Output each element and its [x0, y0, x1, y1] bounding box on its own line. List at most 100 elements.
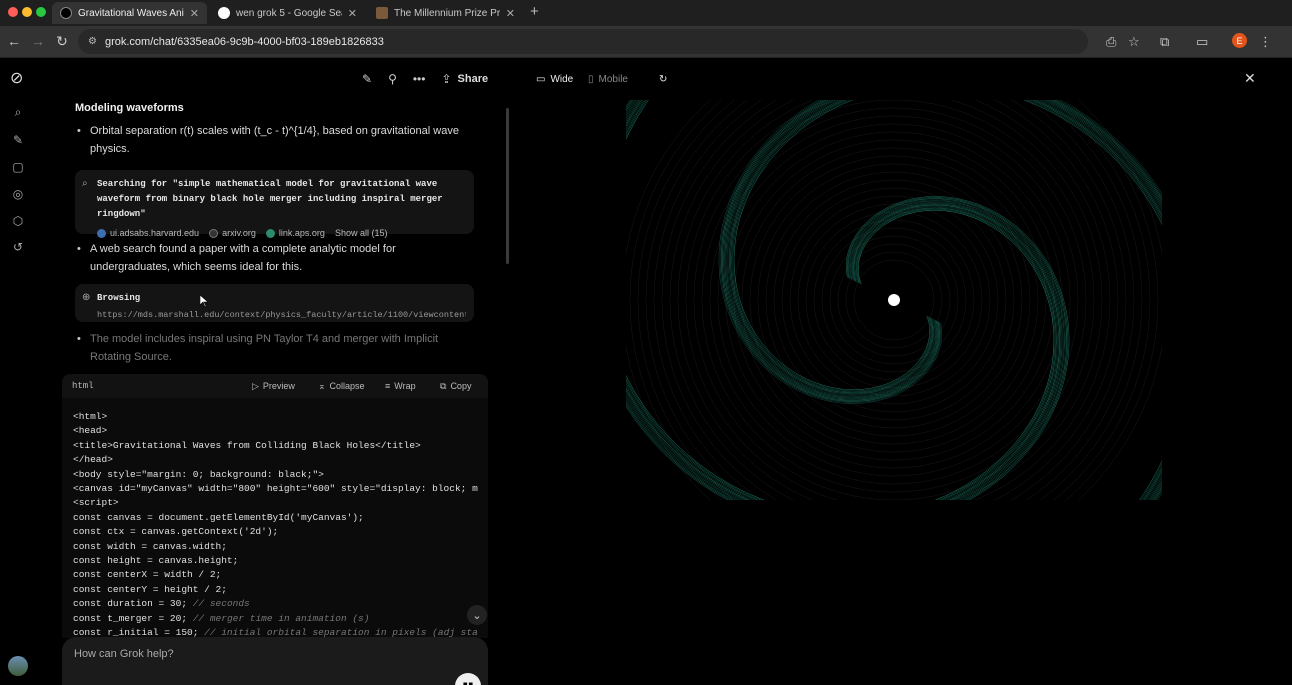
- window-maximize-dot[interactable]: [36, 7, 46, 17]
- source-label: arxiv.org: [222, 228, 256, 238]
- extensions-puzzle-icon[interactable]: ⧉: [1160, 34, 1169, 50]
- wave-strand: [665, 100, 1162, 500]
- source-chip[interactable]: arxiv.org: [209, 228, 256, 238]
- wave-strand: [661, 100, 1162, 500]
- play-icon: ▷: [252, 381, 259, 392]
- close-preview-icon[interactable]: ✕: [1244, 70, 1256, 87]
- tab-label: wen grok 5 - Google Search: [236, 8, 342, 19]
- google-favicon-icon: [218, 7, 230, 19]
- wave-strand: [626, 100, 1122, 500]
- source-label: ui.adsabs.harvard.edu: [110, 228, 199, 238]
- new-chat-icon[interactable]: ✎: [11, 133, 25, 147]
- animation-preview-canvas: [626, 100, 1162, 500]
- window-close-dot[interactable]: [8, 7, 18, 17]
- browser-menu-icon[interactable]: ⋮: [1259, 34, 1272, 50]
- browsing-label: Browsing: [97, 291, 466, 306]
- source-favicon-icon: [209, 229, 218, 238]
- address-bar[interactable]: ⚙ grok.com/chat/6335ea06-9c9b-4000-bf03-…: [78, 29, 1088, 54]
- chat-input-box[interactable]: How can Grok help?: [62, 637, 488, 685]
- history-icon[interactable]: ↺: [11, 240, 25, 254]
- code-line: <body style="margin: 0; background: blac…: [73, 468, 488, 482]
- tab-label: The Millennium Prize Problems: [394, 8, 500, 19]
- mobile-view-button[interactable]: ▯ Mobile: [588, 70, 628, 88]
- close-tab-icon[interactable]: ✕: [506, 7, 515, 20]
- address-url: grok.com/chat/6335ea06-9c9b-4000-bf03-18…: [105, 36, 384, 48]
- copy-button[interactable]: ⧉ Copy: [440, 381, 471, 392]
- section-heading: Modeling waveforms: [75, 102, 184, 114]
- grok-favicon-icon: [60, 7, 72, 19]
- code-line: </head>: [73, 453, 488, 467]
- projects-cube-icon[interactable]: ⬡: [11, 214, 25, 228]
- browsing-card[interactable]: ⊕ Browsing https://mds.marshall.edu/cont…: [75, 284, 474, 322]
- pin-icon[interactable]: ⚲: [388, 72, 397, 86]
- browser-toolbar: ← → ↻ ⚙ grok.com/chat/6335ea06-9c9b-4000…: [0, 26, 1292, 58]
- share-button[interactable]: ⇪ Share: [441, 72, 488, 86]
- merged-black-hole-dot: [888, 294, 900, 306]
- window-minimize-dot[interactable]: [22, 7, 32, 17]
- copy-icon: ⧉: [440, 381, 446, 392]
- wave-strand: [662, 100, 1162, 500]
- wave-strand: [626, 100, 1125, 500]
- refresh-preview-button[interactable]: ↻: [659, 70, 667, 88]
- scroll-down-button[interactable]: ⌄: [467, 605, 487, 625]
- imagine-icon[interactable]: ◎: [11, 187, 25, 201]
- collapse-icon: ⌅: [318, 381, 326, 392]
- code-line: const centerX = width / 2;: [73, 568, 488, 582]
- share-icon: ⇪: [441, 72, 451, 86]
- wrap-icon: ≡: [385, 381, 390, 391]
- code-line: <html>: [73, 410, 488, 424]
- reload-icon[interactable]: ↻: [54, 33, 70, 50]
- copy-label: Copy: [450, 381, 471, 391]
- chat-thread: Modeling waveforms Orbital separation r(…: [60, 96, 490, 366]
- edit-icon[interactable]: ✎: [362, 72, 372, 86]
- source-chip[interactable]: ui.adsabs.harvard.edu: [97, 228, 199, 238]
- wave-strand: [626, 100, 1123, 500]
- close-tab-icon[interactable]: ✕: [348, 7, 357, 20]
- tab-gravitational-waves[interactable]: Gravitational Waves Animation ✕: [52, 2, 207, 24]
- source-label: link.aps.org: [279, 228, 325, 238]
- thought-bullet: The model includes inspiral using PN Tay…: [75, 330, 475, 366]
- more-options-icon[interactable]: •••: [413, 72, 426, 86]
- code-line: <canvas id="myCanvas" width="800" height…: [73, 482, 488, 496]
- wave-strand: [664, 100, 1163, 500]
- browsing-url: https://mds.marshall.edu/context/physics…: [97, 310, 466, 320]
- code-line: const centerY = height / 2;: [73, 583, 488, 597]
- close-tab-icon[interactable]: ✕: [190, 7, 199, 20]
- chat-input-placeholder: How can Grok help?: [74, 648, 174, 660]
- grok-logo-icon[interactable]: ⊘: [10, 68, 23, 88]
- code-line: const t_merger = 20; // merger time in a…: [73, 612, 488, 626]
- new-tab-plus-icon[interactable]: +: [530, 3, 539, 20]
- left-sidebar: ⊘ ⌕ ✎ ▢ ◎ ⬡ ↺: [0, 58, 36, 685]
- search-icon: ⌕: [82, 178, 88, 189]
- refresh-icon: ↻: [659, 74, 667, 85]
- chat-bubble-icon[interactable]: ▢: [11, 160, 25, 174]
- profile-avatar[interactable]: E: [1232, 33, 1247, 48]
- wave-strand: [626, 100, 1127, 500]
- tab-millennium-prize[interactable]: The Millennium Prize Problems ✕: [368, 2, 523, 24]
- site-info-icon[interactable]: ⚙: [88, 36, 97, 47]
- side-panel-icon[interactable]: ▭: [1196, 34, 1208, 50]
- search-card[interactable]: ⌕ Searching for "simple mathematical mod…: [75, 170, 474, 234]
- back-arrow-icon[interactable]: ←: [6, 33, 22, 49]
- show-all-sources-link[interactable]: Show all (15): [335, 228, 388, 238]
- forward-arrow-icon[interactable]: →: [30, 33, 46, 49]
- wave-strand: [667, 100, 1162, 500]
- code-line: const width = canvas.width;: [73, 540, 488, 554]
- wrap-button[interactable]: ≡ Wrap: [385, 381, 416, 391]
- waveform-icon: ▮▮: [462, 681, 473, 685]
- tab-google-search[interactable]: wen grok 5 - Google Search ✕: [210, 2, 365, 24]
- bookmark-star-icon[interactable]: ☆: [1128, 34, 1140, 50]
- preview-button[interactable]: ▷ Preview: [252, 381, 295, 392]
- collapse-button[interactable]: ⌅ Collapse: [318, 381, 365, 392]
- wide-view-button[interactable]: ▭ Wide: [536, 70, 573, 88]
- code-line: const canvas = document.getElementById('…: [73, 511, 488, 525]
- search-icon[interactable]: ⌕: [11, 105, 25, 119]
- user-avatar[interactable]: [8, 656, 28, 676]
- code-language: html: [72, 381, 94, 391]
- code-block[interactable]: <html> <head> <title>Gravitational Waves f…: [62, 398, 488, 638]
- source-chip[interactable]: link.aps.org: [266, 228, 325, 238]
- wave-strand: [626, 100, 1121, 500]
- wave-strand: [666, 100, 1162, 500]
- chat-scrollbar[interactable]: [506, 108, 509, 264]
- install-app-icon[interactable]: ⎙: [1106, 34, 1116, 50]
